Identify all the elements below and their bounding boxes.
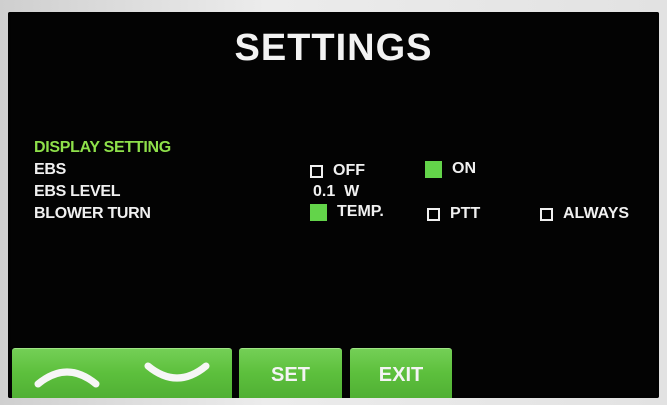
page-title: SETTINGS bbox=[234, 27, 433, 69]
ebs-off-option[interactable]: OFF bbox=[310, 162, 365, 180]
ebs-level-number: 0.1 bbox=[313, 183, 336, 200]
blower-temp-checkbox[interactable] bbox=[310, 203, 327, 221]
lcd-screen: SETTINGS DISPLAY SETTING EBS EBS LEVEL B… bbox=[8, 12, 659, 398]
blower-ptt-option[interactable]: PTT bbox=[427, 205, 480, 223]
ebs-on-checkbox[interactable] bbox=[425, 160, 442, 178]
scroll-down-button[interactable] bbox=[122, 362, 232, 388]
blower-turn-label: BLOWER TURN bbox=[34, 205, 151, 222]
ebs-on-label: ON bbox=[452, 160, 476, 177]
blower-ptt-label: PTT bbox=[450, 205, 481, 222]
blower-always-option[interactable]: ALWAYS bbox=[540, 205, 629, 223]
blower-always-checkbox[interactable] bbox=[540, 207, 553, 221]
blower-temp-option[interactable]: TEMP. bbox=[310, 203, 384, 221]
ebs-level-unit: W bbox=[344, 183, 360, 200]
scroll-up-button[interactable] bbox=[12, 362, 122, 388]
chevron-up-icon bbox=[34, 368, 100, 388]
ebs-off-label: OFF bbox=[333, 162, 365, 179]
ebs-on-option[interactable]: ON bbox=[425, 160, 476, 178]
ebs-off-checkbox[interactable] bbox=[310, 164, 323, 178]
display-setting-section-label: DISPLAY SETTING bbox=[34, 139, 171, 156]
ebs-label: EBS bbox=[34, 161, 66, 178]
chevron-down-icon bbox=[144, 362, 210, 382]
blower-temp-label: TEMP. bbox=[337, 203, 384, 220]
scroll-buttons bbox=[12, 348, 232, 398]
set-button[interactable]: SET bbox=[239, 348, 342, 398]
ebs-level-value: 0.1 W bbox=[313, 183, 359, 201]
exit-button[interactable]: EXIT bbox=[350, 348, 452, 398]
ebs-level-label: EBS LEVEL bbox=[34, 183, 121, 200]
blower-ptt-checkbox[interactable] bbox=[427, 207, 440, 221]
blower-always-label: ALWAYS bbox=[563, 205, 630, 222]
